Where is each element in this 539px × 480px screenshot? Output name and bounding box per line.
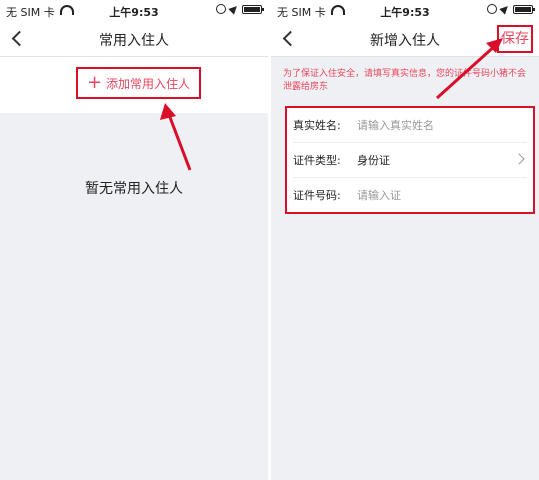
form-row-name[interactable]: 真实姓名: 请输入真实姓名: [293, 108, 527, 143]
name-input[interactable]: 请输入真实姓名: [357, 117, 434, 133]
id-type-label: 证件类型:: [293, 154, 341, 167]
id-type-value[interactable]: 身份证: [357, 152, 390, 168]
status-right-icons: [487, 3, 535, 15]
battery-icon: [242, 4, 264, 14]
plus-icon: +: [86, 72, 103, 93]
status-bar: 无 SIM 卡 上午9:53: [0, 0, 268, 22]
form-row-id-type[interactable]: 证件类型: 身份证: [293, 143, 527, 178]
nav-bar: 常用入住人: [0, 22, 268, 57]
add-guest-area: + 添加常用入住人: [0, 57, 268, 113]
save-button[interactable]: 保存: [497, 25, 533, 53]
status-right-icons: [216, 3, 264, 15]
empty-state-message: 暂无常用入住人: [85, 181, 183, 197]
id-number-label: 证件号码:: [293, 189, 341, 202]
location-icon: [228, 3, 240, 15]
battery-icon: [513, 4, 535, 14]
screen-new-guest: 无 SIM 卡 上午9:53 新增入住人 保存 为了保证入住安全，请填写真实信息…: [271, 0, 539, 480]
add-guest-label: 添加常用入住人: [106, 76, 191, 91]
screen-frequent-guests: 无 SIM 卡 上午9:53 常用入住人 + 添加常用入住人 暂无常用入住人: [0, 0, 268, 480]
rotation-lock-icon: [216, 4, 226, 14]
guest-form: 真实姓名: 请输入真实姓名 证件类型: 身份证 证件号码: 请输入证: [285, 106, 535, 214]
chevron-right-icon: [513, 153, 525, 165]
page-title: 常用入住人: [99, 33, 169, 49]
location-icon: [499, 3, 511, 15]
name-label: 真实姓名:: [293, 119, 341, 132]
form-row-id-number[interactable]: 证件号码: 请输入证: [293, 178, 527, 212]
rotation-lock-icon: [487, 4, 497, 14]
privacy-notice: 为了保证入住安全，请填写真实信息，您的证件号码小猪不会泄露给房东: [283, 69, 527, 92]
add-guest-button[interactable]: + 添加常用入住人: [76, 67, 201, 99]
id-number-input[interactable]: 请输入证: [357, 187, 401, 203]
nav-bar: 新增入住人 保存: [271, 22, 539, 57]
status-bar: 无 SIM 卡 上午9:53: [271, 0, 539, 22]
